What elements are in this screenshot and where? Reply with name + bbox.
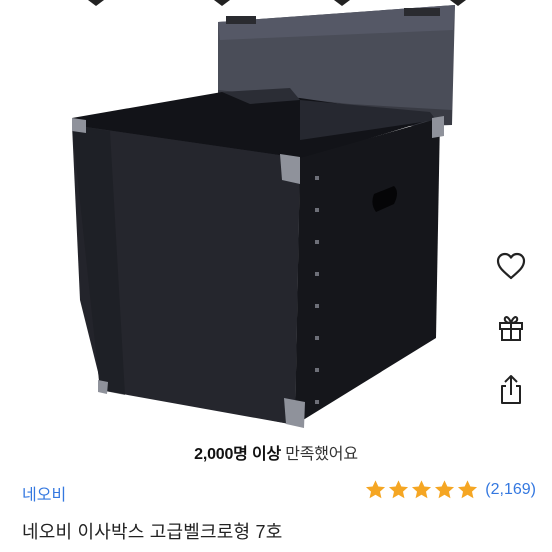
- star-icon: [387, 479, 410, 501]
- wishlist-button[interactable]: [494, 250, 528, 286]
- star-icon: [364, 479, 387, 501]
- brand-rating-row: 네오비 (2,169): [0, 476, 552, 506]
- product-detail-page: 2,000명 이상 만족했어요 네오비 (2,169) 네오비 이사박스 고급벨…: [0, 0, 552, 552]
- share-icon: [496, 374, 526, 411]
- star-icon: [410, 479, 433, 501]
- satisfaction-text: 만족했어요: [285, 446, 358, 463]
- brand-link[interactable]: 네오비: [22, 481, 66, 505]
- gift-icon: [496, 313, 526, 348]
- heart-icon: [495, 251, 527, 286]
- share-button[interactable]: [494, 374, 528, 410]
- satisfaction-summary: 2,000명 이상 만족했어요: [0, 440, 552, 464]
- product-image[interactable]: [0, 0, 552, 435]
- gift-button[interactable]: [494, 312, 528, 348]
- review-count: (2,169): [485, 481, 536, 498]
- star-icon: [456, 479, 479, 501]
- star-icon: [433, 479, 456, 501]
- moving-box-illustration: [72, 0, 466, 428]
- product-title: 네오비 이사박스 고급벨크로형 7호: [22, 522, 283, 542]
- star-rating: [364, 479, 479, 501]
- rating-summary[interactable]: (2,169): [364, 479, 536, 501]
- satisfaction-count: 2,000명 이상: [194, 446, 281, 463]
- side-action-bar: [494, 250, 528, 410]
